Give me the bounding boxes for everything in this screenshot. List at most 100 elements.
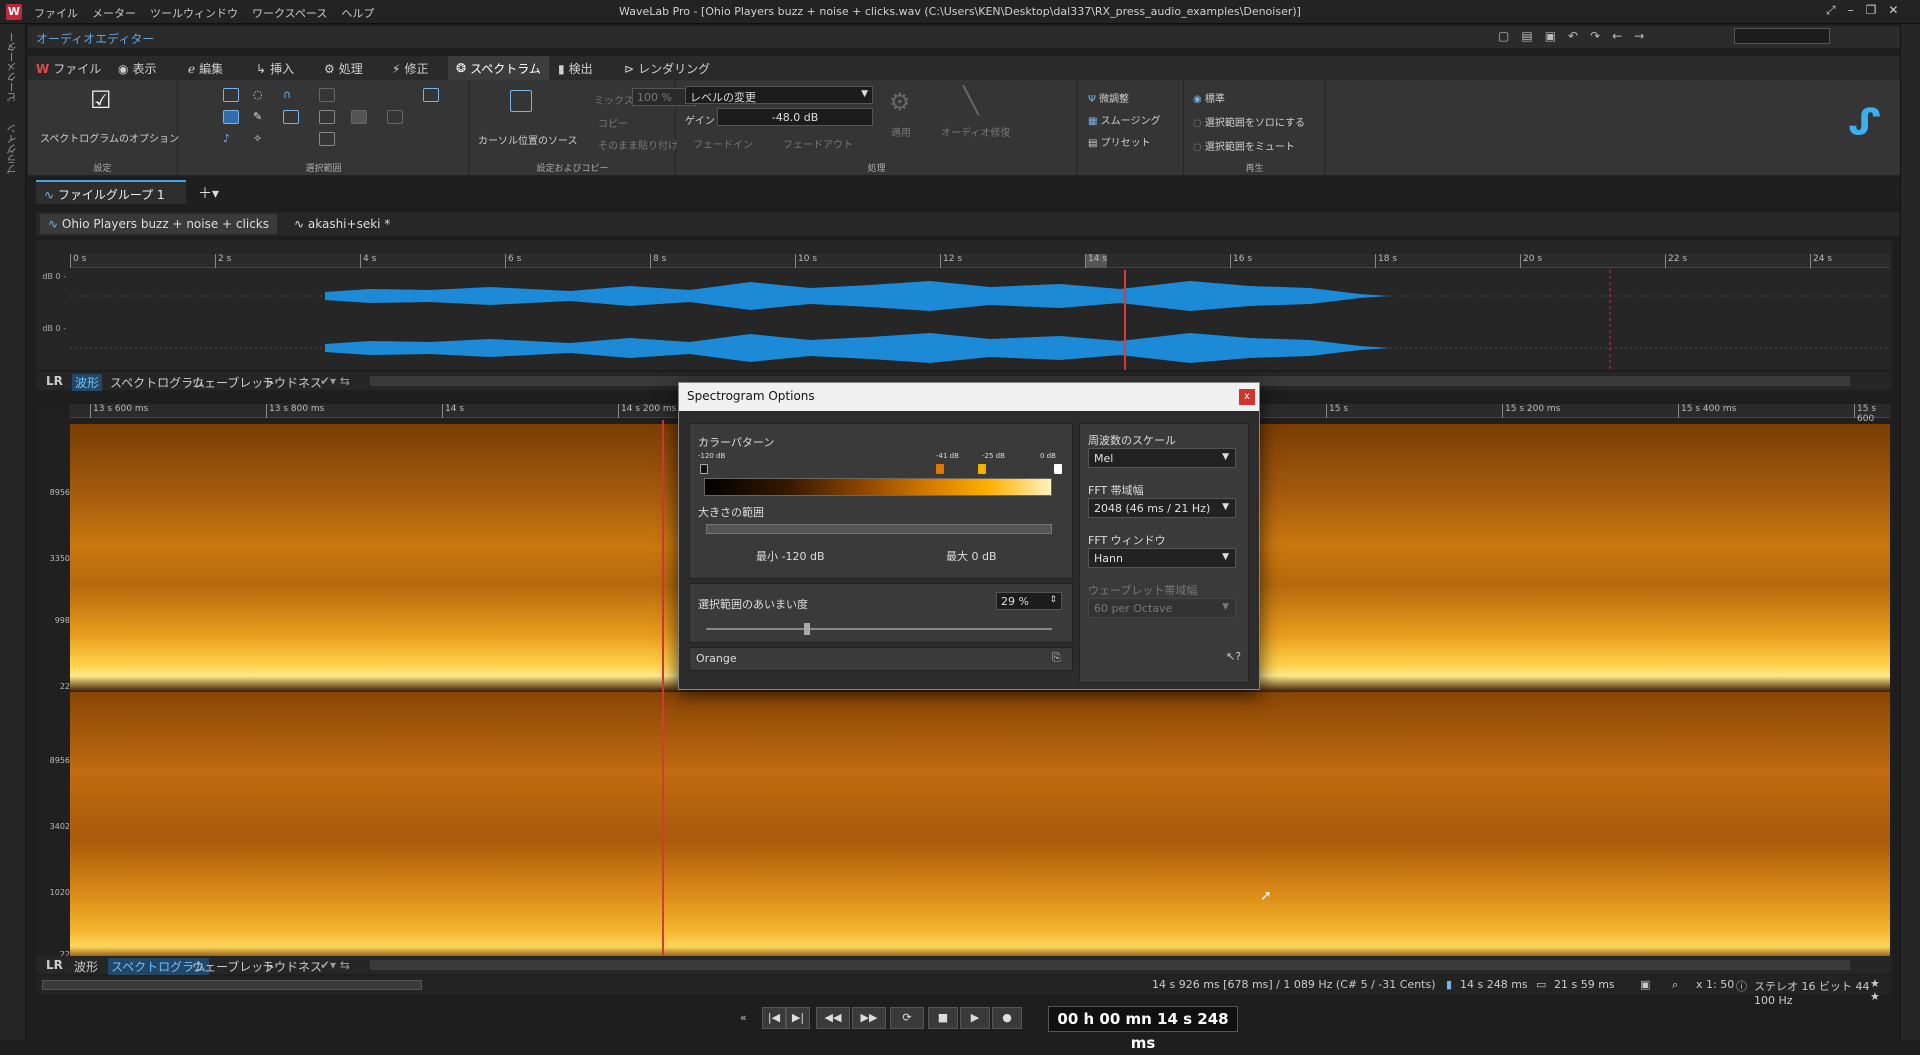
restore-icon[interactable]: ⤢	[1826, 3, 1836, 18]
tab-insert[interactable]: ↳ 挿入	[256, 60, 294, 77]
file-tab-ohio[interactable]: ∿ Ohio Players buzz + noise + clicks	[40, 214, 277, 234]
position-value[interactable]: 14 s 248 ms	[1460, 978, 1528, 991]
back-icon[interactable]: ←	[1612, 29, 1622, 43]
frame-icon[interactable]	[387, 110, 403, 124]
tab-detect[interactable]: ▮ 検出	[558, 60, 593, 77]
length-value[interactable]: 21 s 59 ms	[1554, 978, 1615, 991]
stop-icon[interactable]: ■	[928, 1007, 958, 1029]
mode-waveform[interactable]: 波形	[72, 374, 103, 391]
freq-scale-select[interactable]: Mel ▼	[1088, 448, 1236, 468]
tab-spectrum[interactable]: ❂ スペクトラム	[448, 56, 549, 80]
collapse-icon[interactable]: «	[740, 1011, 747, 1024]
wavelet-select[interactable]: 60 per Octave ▼	[1088, 598, 1236, 618]
go-start-icon[interactable]: |◀	[762, 1007, 786, 1029]
color-gradient-bar[interactable]	[704, 478, 1052, 496]
gear-icon[interactable]: ⚙	[889, 88, 911, 116]
loop-icon[interactable]: ⟳	[890, 1007, 924, 1029]
grid-icon[interactable]	[319, 110, 335, 124]
horizontal-scrollbar[interactable]	[370, 960, 1850, 970]
save-icon[interactable]: ▣	[1545, 29, 1556, 43]
menu-help[interactable]: ヘルプ	[341, 5, 374, 21]
time-display[interactable]: 00 h 00 mn 14 s 248 ms	[1048, 1006, 1238, 1052]
forward-icon[interactable]: →	[1634, 29, 1644, 43]
add-tab-icon[interactable]: ＋▾	[198, 183, 219, 203]
record-icon[interactable]: ●	[992, 1007, 1022, 1029]
color-marker[interactable]	[700, 464, 708, 474]
rect-select-active-icon[interactable]	[223, 110, 239, 124]
tab-view[interactable]: ◉ 表示	[118, 60, 157, 77]
radio-mute[interactable]: ○ 選択範囲をミュート	[1193, 138, 1295, 153]
menu-workspace[interactable]: ワークスペース	[252, 5, 327, 21]
fine-adjust-button[interactable]: Ψ 微調整	[1088, 90, 1129, 105]
rect-select-icon[interactable]	[223, 88, 239, 102]
wavelab-app-icon[interactable]: W	[6, 4, 22, 20]
checkmark-icon[interactable]: ✔▾ ⇆	[320, 958, 350, 972]
smoothing-button[interactable]: ▦ スムージング	[1088, 112, 1160, 127]
lasso-icon[interactable]: ◌	[253, 88, 269, 102]
preset-button[interactable]: ▤ プリセット	[1088, 134, 1151, 149]
help-icon[interactable]: ↖?	[1226, 650, 1241, 663]
process-type-dropdown[interactable]: レベルの変更 ▼	[685, 86, 873, 104]
apply-button[interactable]: 適用	[891, 124, 911, 139]
sidebar-peak-meter[interactable]: ピークメーター	[6, 32, 21, 102]
play-icon[interactable]: ▶	[960, 1007, 990, 1029]
clone-icon[interactable]	[423, 88, 439, 102]
fft-window-select[interactable]: Hann ▼	[1088, 548, 1236, 568]
playhead-line[interactable]	[662, 420, 664, 960]
fft-size-select[interactable]: 2048 (46 ms / 21 Hz) ▼	[1088, 498, 1236, 518]
spectrogram-channel-2[interactable]	[70, 692, 1890, 960]
tab-edit[interactable]: ℯ 編集	[188, 60, 223, 77]
overview-zoom-slider[interactable]	[42, 980, 422, 990]
dialog-title-bar[interactable]: Spectrogram Options	[679, 383, 1259, 411]
mode-spectrogram[interactable]: スペクトログラム	[110, 374, 205, 391]
harmonic-icon[interactable]: ∩	[283, 88, 299, 102]
gain-field[interactable]: -48.0 dB	[717, 108, 873, 126]
checklist-icon[interactable]: ☑	[90, 86, 112, 114]
sidebar-plugin[interactable]: プラグイン	[6, 124, 21, 174]
zoom-value[interactable]: x 1: 50	[1696, 978, 1734, 991]
align-icon[interactable]	[319, 88, 335, 102]
save-preset-icon[interactable]: ⎘	[1052, 651, 1061, 665]
color-marker[interactable]	[978, 464, 986, 474]
magnifier-icon[interactable]: ⌕	[1672, 978, 1678, 992]
radio-normal[interactable]: ◉ 標準	[1193, 90, 1225, 105]
monitor-icon[interactable]: ▣	[1640, 978, 1650, 991]
tab-process[interactable]: ⚙ 処理	[324, 60, 363, 77]
fade-out-button[interactable]: フェードアウト	[783, 136, 853, 151]
repair-wand-icon[interactable]: ╲	[963, 86, 979, 116]
tab-file[interactable]: W ファイル	[36, 60, 101, 77]
lr-label[interactable]: LR	[46, 374, 63, 388]
undo-icon[interactable]: ↶	[1568, 29, 1578, 43]
overview-ruler[interactable]: 0 s 2 s 4 s 6 s 8 s 10 s 12 s 14 s 16 s …	[70, 254, 1890, 268]
magic-wand-icon[interactable]: ✧	[253, 132, 269, 146]
brush-icon[interactable]: ✎	[253, 110, 269, 124]
overview-waveform[interactable]: 0 s 2 s 4 s 6 s 8 s 10 s 12 s 14 s 16 s …	[36, 240, 1892, 370]
checkmark-icon[interactable]: ✔▾ ⇆	[320, 374, 350, 388]
cursor-source-button[interactable]: カーソル位置のソース	[478, 132, 578, 147]
tab-render[interactable]: ⊳ レンダリング	[624, 60, 710, 77]
copy-button[interactable]: コピー	[598, 115, 628, 130]
menu-tool-window[interactable]: ツールウィンドウ	[150, 5, 238, 21]
star-icon[interactable]: ★ ★	[1870, 977, 1892, 1003]
spread-icon[interactable]	[319, 132, 335, 146]
tab-repair[interactable]: ⚡ 修正	[392, 60, 428, 77]
fast-forward-icon[interactable]: ▶▶	[852, 1007, 886, 1029]
blur-value-field[interactable]: 29 % ⇕	[996, 592, 1062, 610]
file-group-tab[interactable]: ∿ ファイルグループ 1	[36, 180, 186, 204]
menu-meter[interactable]: メーター	[92, 5, 136, 21]
fade-in-button[interactable]: フェードイン	[693, 136, 753, 151]
redo-icon[interactable]: ↷	[1590, 29, 1600, 43]
maximize-icon[interactable]: ❐	[1866, 3, 1877, 18]
close-icon[interactable]: ✕	[1888, 3, 1898, 18]
preset-name[interactable]: Orange	[696, 652, 737, 665]
new-icon[interactable]: ▢	[1498, 29, 1509, 43]
range-select-icon[interactable]	[283, 110, 299, 124]
mode-waveform[interactable]: 波形	[74, 958, 98, 975]
minimize-icon[interactable]: –	[1848, 3, 1854, 18]
radio-solo[interactable]: ○ 選択範囲をソロにする	[1193, 114, 1305, 129]
go-end-icon[interactable]: ▶|	[786, 1007, 810, 1029]
color-marker[interactable]	[936, 464, 944, 474]
close-icon[interactable]: x	[1239, 389, 1255, 405]
open-icon[interactable]: ▤	[1521, 29, 1532, 43]
mode-loudness[interactable]: ラウドネス	[262, 374, 322, 391]
